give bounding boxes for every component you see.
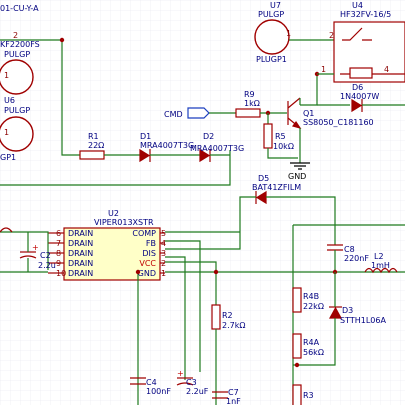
- r4b-ref: R4B: [303, 292, 319, 301]
- schematic-canvas[interactable]: 01-CU-Y-A 2 KF2200FS PULGP 1 U6 PULGP 1 …: [0, 0, 405, 405]
- u4-name: HF32FV-16/5: [340, 10, 391, 19]
- connector-part: KF2200FS: [0, 40, 40, 49]
- q1-ref: Q1: [303, 109, 314, 118]
- u4-pin2: 2: [329, 31, 334, 40]
- c4-ref: C4: [146, 378, 157, 387]
- u2-right-pin-name: GND: [138, 269, 156, 278]
- l2-ref: L2: [374, 252, 384, 261]
- u7-circle: [254, 19, 290, 55]
- plug-label: PULGP: [4, 50, 30, 59]
- r4b-value: 22kΩ: [303, 302, 324, 311]
- r1-ref: R1: [88, 132, 99, 141]
- connector-pin2: 2: [13, 31, 18, 40]
- u4-ref: U4: [352, 1, 363, 10]
- u2-left-pin-number: 10: [56, 269, 66, 278]
- r5-ref: R5: [275, 132, 286, 141]
- cmd-net-flag: [187, 107, 210, 119]
- c2-ref: C2: [40, 251, 51, 260]
- svg-text:+: +: [177, 369, 184, 378]
- u2-left-pin-number: 8: [56, 249, 61, 258]
- u2-ref: U2: [108, 209, 119, 218]
- u2-name: VIPER013XSTR: [94, 218, 154, 227]
- u2-left-pin-name: DRAIN: [68, 249, 93, 258]
- d3-value: STTH1L06A: [340, 316, 386, 325]
- d2-value: MRA4007T3G: [190, 144, 244, 153]
- u2-right-pin-name: DIS: [142, 249, 156, 258]
- c8-ref: C8: [344, 245, 355, 254]
- u2-right-pin-name: VCC: [139, 259, 156, 268]
- connector-label: 01-CU-Y-A: [0, 4, 39, 13]
- r5-value: 10kΩ: [273, 142, 294, 151]
- u2-right-pin-number: 1: [161, 269, 166, 278]
- r4a-ref: R4A: [303, 338, 320, 347]
- q1-value: SS8050_C181160: [303, 118, 374, 127]
- d1-ref: D1: [140, 132, 151, 141]
- u6-ref: U6: [4, 96, 15, 105]
- l2-value: 1mH: [371, 261, 390, 270]
- r9-ref: R9: [244, 90, 255, 99]
- u4-pin1: 1: [321, 65, 326, 74]
- svg-text:+: +: [32, 243, 39, 252]
- u2-left-pin-name: DRAIN: [68, 259, 93, 268]
- d5-value: BAT41ZFILM: [252, 183, 301, 192]
- plug-bottom-pin: 1: [4, 128, 9, 137]
- d1-value: MRA4007T3G: [140, 141, 194, 150]
- r2-value: 2.7kΩ: [222, 321, 245, 330]
- u2-right-pin-number: 4: [161, 239, 166, 248]
- r1-value: 22Ω: [88, 141, 104, 150]
- gp-label: GP1: [0, 153, 16, 162]
- c2-value: 2.2u: [38, 261, 56, 270]
- plug-top-pin: 1: [4, 71, 9, 80]
- r9-value: 1kΩ: [244, 99, 260, 108]
- u7-ref: U7: [270, 1, 281, 10]
- u2-right-pin-number: 2: [161, 259, 166, 268]
- u2-left-pin-name: DRAIN: [68, 269, 93, 278]
- d6-value: 1N4007W: [340, 92, 379, 101]
- c4-value: 100nF: [146, 387, 171, 396]
- c7-ref: C7: [228, 388, 239, 397]
- schematic-svg: 01-CU-Y-A 2 KF2200FS PULGP 1 U6 PULGP 1 …: [0, 0, 405, 405]
- u4-coil: [349, 67, 373, 79]
- r2-ref: R2: [222, 311, 233, 320]
- u6-name: PULGP: [4, 106, 30, 115]
- junction: [59, 37, 65, 43]
- u2-left-pin-number: 6: [56, 229, 61, 238]
- r4a-value: 56kΩ: [303, 348, 324, 357]
- u2-left-pin-number: 9: [56, 259, 61, 268]
- u2-right-pin-number: 5: [161, 229, 166, 238]
- d2-ref: D2: [203, 132, 214, 141]
- u4-pin4: 4: [384, 65, 389, 74]
- u7-pin: 1: [286, 29, 291, 38]
- u2-left-pin-name: DRAIN: [68, 229, 93, 238]
- c8-value: 220nF: [344, 254, 369, 263]
- u2-right-pin-name: FB: [146, 239, 156, 248]
- d3-ref: D3: [342, 306, 353, 315]
- cmd-label: CMD: [164, 110, 183, 119]
- u7-label: PLUGP1: [256, 55, 287, 64]
- u2-left-pin-name: DRAIN: [68, 239, 93, 248]
- d6-ref: D6: [352, 83, 363, 92]
- c3-ref: C3: [186, 378, 197, 387]
- gnd-label: GND: [288, 172, 306, 181]
- r3-ref: R3: [303, 391, 314, 400]
- u7-name: PULGP: [258, 10, 284, 19]
- c7-value: 1nF: [226, 397, 241, 405]
- d5-ref: D5: [258, 174, 269, 183]
- c3-value: 2.2uF: [186, 387, 209, 396]
- u2-left-pin-number: 7: [56, 239, 61, 248]
- u2-right-pin-name: COMP: [132, 229, 156, 238]
